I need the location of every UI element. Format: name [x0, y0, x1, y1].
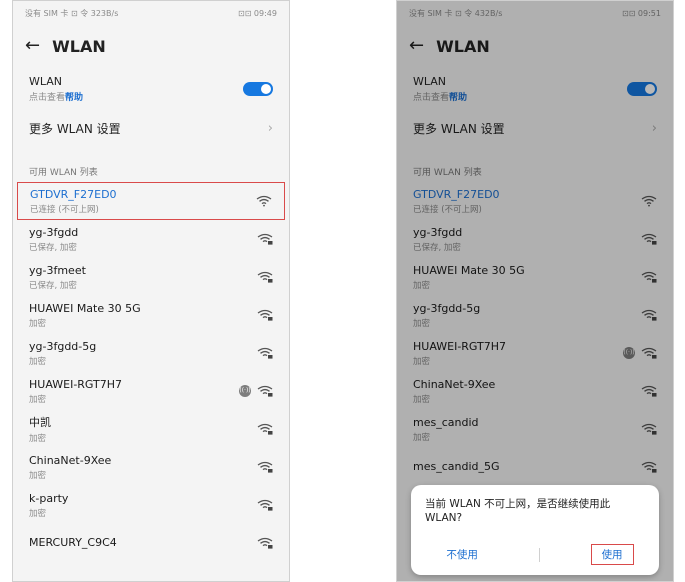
network-text: MERCURY_C9C4: [29, 536, 117, 551]
network-icons: [257, 499, 273, 511]
network-icons: [257, 347, 273, 359]
network-text: yg-3fgdd 已保存, 加密: [29, 226, 78, 253]
network-status: 加密: [29, 356, 47, 367]
dialog-button-divider: [538, 547, 540, 562]
network-text: yg-3fgdd-5g 加密: [29, 340, 96, 367]
network-text: HUAWEI Mate 30 5G 加密: [29, 302, 141, 329]
more-wlan-settings[interactable]: 更多 WLAN 设置 ›: [13, 111, 289, 145]
wifi-signal-icon: [257, 423, 273, 435]
hotspot-icon: ((·)): [239, 385, 251, 397]
phone-screen-left: 没有 SIM 卡 ⊡ 令 323B/s ⊡⊡ 09:49 ← WLAN WLAN…: [12, 0, 290, 582]
help-link[interactable]: 帮助: [65, 93, 83, 103]
network-icons: [257, 461, 273, 473]
network-text: 中凯 加密: [29, 414, 51, 444]
network-item[interactable]: HUAWEI-RGT7H7 加密 ((·)): [13, 372, 289, 410]
network-text: yg-3fmeet 已保存, 加密: [29, 264, 86, 291]
network-text: HUAWEI-RGT7H7 加密: [29, 378, 122, 405]
wifi-signal-icon: [257, 347, 273, 359]
wifi-signal-icon: [257, 233, 273, 245]
network-text: GTDVR_F27ED0 已连接 (不可上网): [30, 188, 117, 215]
network-text: k-party 加密: [29, 492, 68, 519]
network-item[interactable]: yg-3fgdd-5g 加密: [13, 334, 289, 372]
network-item[interactable]: ChinaNet-9Xee 加密: [13, 448, 289, 486]
network-icons: [257, 271, 273, 283]
network-item[interactable]: MERCURY_C9C4: [13, 524, 289, 562]
chevron-right-icon: ›: [267, 120, 273, 136]
available-networks-heading: 可用 WLAN 列表: [29, 168, 98, 178]
title-bar: ← WLAN: [13, 25, 289, 67]
network-item[interactable]: HUAWEI Mate 30 5G 加密: [13, 296, 289, 334]
wifi-signal-icon: [257, 499, 273, 511]
more-wlan-settings-label: 更多 WLAN 设置: [29, 121, 121, 136]
network-name: 中凯: [29, 416, 51, 429]
network-status: 加密: [29, 508, 47, 519]
network-item[interactable]: k-party 加密: [13, 486, 289, 524]
wifi-signal-icon: [257, 461, 273, 473]
dialog-message: 当前 WLAN 不可上网，是否继续使用此 WLAN?: [425, 498, 611, 525]
network-icons: [257, 423, 273, 435]
network-item[interactable]: 中凯 加密: [13, 410, 289, 448]
network-icons: [256, 195, 272, 207]
wlan-subtitle-text: 点击查看: [29, 93, 66, 103]
network-list: GTDVR_F27ED0 已连接 (不可上网) yg-3fgdd 已保存, 加密 yg-…: [13, 182, 289, 562]
network-status: 加密: [29, 434, 47, 444]
status-bar: 没有 SIM 卡 ⊡ 令 323B/s ⊡⊡ 09:49: [13, 1, 289, 25]
status-carrier: 没有 SIM 卡 ⊡ 令 323B/s: [25, 8, 119, 18]
network-status: 已保存, 加密: [29, 280, 77, 291]
network-icons: [257, 233, 273, 245]
wifi-signal-icon: [257, 309, 273, 321]
network-icons: ((·)): [239, 385, 273, 397]
network-text: ChinaNet-9Xee 加密: [29, 454, 111, 481]
network-icons: [257, 537, 273, 549]
network-item[interactable]: GTDVR_F27ED0 已连接 (不可上网): [17, 182, 285, 220]
network-name: k-party: [29, 491, 69, 505]
network-status: 加密: [29, 470, 47, 481]
toggle-knob: [261, 84, 271, 94]
wifi-signal-icon: [256, 195, 272, 207]
wifi-signal-icon: [257, 385, 273, 397]
network-name: HUAWEI-RGT7H7: [29, 377, 123, 391]
network-name: yg-3fgdd: [29, 225, 79, 239]
network-status: 加密: [29, 318, 47, 329]
wlan-label: WLAN: [29, 75, 63, 88]
phone-screen-right: 没有 SIM 卡 ⊡ 令 432B/s ⊡⊡ 09:51 ← WLAN WLAN…: [396, 0, 674, 582]
page-title: WLAN: [52, 36, 106, 56]
status-time: ⊡⊡ 09:49: [237, 8, 277, 18]
wifi-signal-icon: [257, 537, 273, 549]
wlan-toggle-row[interactable]: WLAN 点击查看帮助: [13, 67, 289, 111]
network-name: yg-3fgdd-5g: [29, 339, 97, 353]
wlan-toggle[interactable]: [243, 82, 273, 96]
network-icons: [257, 309, 273, 321]
network-name: yg-3fmeet: [29, 263, 86, 277]
back-arrow-icon[interactable]: ←: [25, 37, 40, 55]
dialog-actions: 不使用 使用: [411, 544, 659, 565]
wlan-subtitle: 点击查看帮助: [29, 90, 83, 103]
use-button[interactable]: 使用: [590, 544, 634, 565]
network-name: GTDVR_F27ED0: [30, 187, 117, 201]
network-name: MERCURY_C9C4: [29, 535, 117, 549]
network-status: 加密: [29, 394, 47, 405]
network-item[interactable]: yg-3fgdd 已保存, 加密: [13, 220, 289, 258]
divider: [13, 145, 289, 157]
network-item[interactable]: yg-3fmeet 已保存, 加密: [13, 258, 289, 296]
network-status: 已连接 (不可上网): [30, 204, 99, 215]
wifi-signal-icon: [257, 271, 273, 283]
network-status: 已保存, 加密: [29, 242, 77, 253]
no-internet-dialog: 当前 WLAN 不可上网，是否继续使用此 WLAN? 不使用 使用: [411, 485, 659, 575]
network-name: HUAWEI Mate 30 5G: [29, 301, 141, 315]
dont-use-button[interactable]: 不使用: [436, 545, 488, 564]
network-name: ChinaNet-9Xee: [29, 453, 112, 467]
